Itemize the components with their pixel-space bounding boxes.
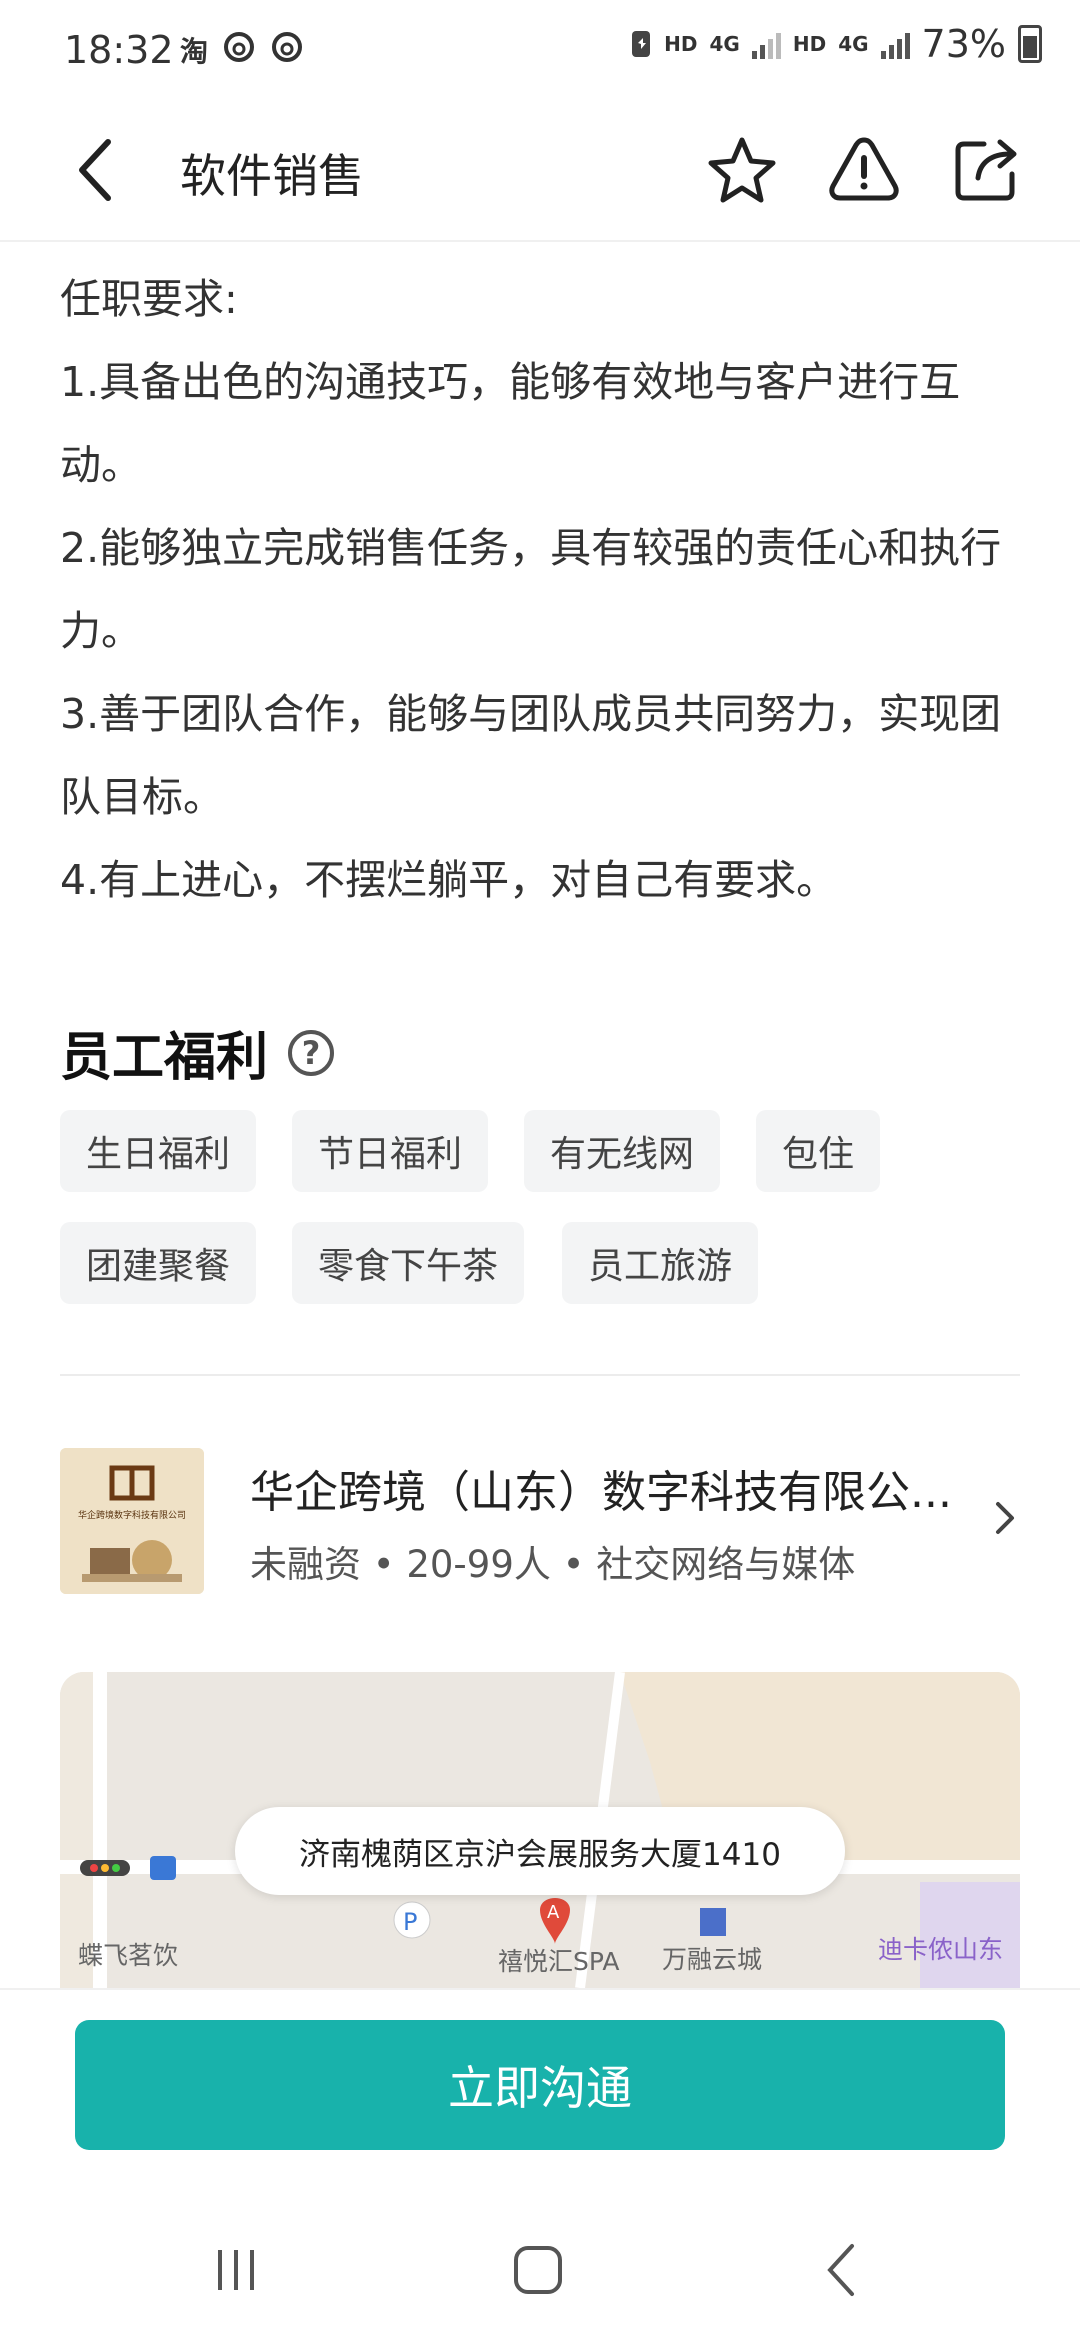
company-logo-mark-icon [60,1448,204,1594]
signal-icon [880,29,910,59]
system-back-button[interactable] [812,2240,872,2300]
hd-label: HD [664,32,698,56]
status-right: HD 4G HD 4G 73% [630,22,1042,66]
svg-text:P: P [403,1908,417,1936]
benefit-tag: 零食下午茶 [292,1222,525,1304]
chat-now-button[interactable]: 立即沟通 [75,2020,1005,2150]
requirement-item: 1.具备出色的沟通技巧，能够有效地与客户进行互动。 [60,358,961,489]
taobao-icon: 淘 [180,35,209,68]
company-name: 华企跨境（山东）数字科技有限公... [250,1467,952,1518]
help-icon[interactable]: ? [288,1029,335,1076]
status-time: 18:32 [64,28,174,72]
location-map[interactable]: P A 济南槐荫区京沪会展服务大厦1410 蝶飞茗饮 禧悦汇SPA 万融云城 迪… [60,1672,1020,1988]
page-title: 软件销售 [180,149,364,203]
requirement-item: 2.能够独立完成销售任务，具有较强的责任心和执行力。 [60,524,1002,655]
benefit-tag: 节日福利 [292,1110,489,1192]
status-bar: 18:32 淘 HD 4G HD 4G 73% [0,0,1080,100]
company-logo: 华企跨境数字科技有限公司 [60,1448,204,1594]
netease-icon [224,32,255,62]
requirements-heading: 任职要求: [60,275,238,323]
map-poi-label: 迪卡侬山东 [878,1935,1004,1964]
benefits-title: 员工福利 [60,1028,269,1088]
company-card[interactable]: 华企跨境数字科技有限公司 华企跨境（山东）数字科技有限公... 未融资 • 20… [60,1448,1020,1594]
battery-icon [1018,25,1042,63]
report-button[interactable] [822,128,906,212]
benefit-tag: 包住 [756,1110,881,1192]
netease-icon [272,32,303,62]
battery-percent: 73% [921,22,1006,66]
notification-icons: 淘 [180,30,304,70]
map-address-bubble: 济南槐荫区京沪会展服务大厦1410 [235,1807,845,1895]
map-poi-label: 万融云城 [662,1945,763,1974]
star-icon [708,137,776,203]
map-marker: A [547,1902,560,1923]
benefit-tag: 生日福利 [60,1110,257,1192]
benefit-tag: 员工旅游 [562,1222,759,1304]
favorite-button[interactable] [700,128,784,212]
network-label: 4G [709,32,740,56]
back-button[interactable] [60,130,140,210]
signal-icon [751,29,781,59]
network-label: 4G [838,32,869,56]
map-poi-label: 蝶飞茗饮 [78,1941,179,1970]
benefit-tag: 团建聚餐 [60,1222,257,1304]
share-button[interactable] [944,128,1028,212]
benefits-section-title: 员工福利 ? [60,1015,335,1090]
sim-icon [632,31,651,57]
section-divider [60,1374,1020,1376]
back-arrow-icon [79,139,111,201]
top-nav-bar: 软件销售 [0,100,1080,242]
recent-apps-button[interactable] [206,2240,266,2300]
job-requirements: 任职要求: 1.具备出色的沟通技巧，能够有效地与客户进行互动。 2.能够独立完成… [60,258,1020,922]
recent-apps-icon [218,2250,254,2290]
back-icon [827,2244,854,2296]
requirement-item: 3.善于团队合作，能够与团队成员共同努力，实现团队目标。 [60,690,1002,821]
share-icon [955,139,1017,201]
map-poi-label: 禧悦汇SPA [498,1947,620,1976]
home-icon [514,2246,562,2294]
chevron-right-icon [996,1502,1014,1534]
requirement-item: 4.有上进心，不摆烂躺平，对自己有要求。 [60,856,838,904]
home-button[interactable] [508,2240,568,2300]
benefit-tag: 有无线网 [524,1110,721,1192]
company-logo-text: 华企跨境数字科技有限公司 [77,1511,186,1521]
warning-icon [829,137,899,201]
company-info: 未融资 • 20-99人 • 社交网络与媒体 [250,1543,856,1586]
system-nav-bar [0,2200,1080,2340]
hd-label: HD [792,32,827,56]
